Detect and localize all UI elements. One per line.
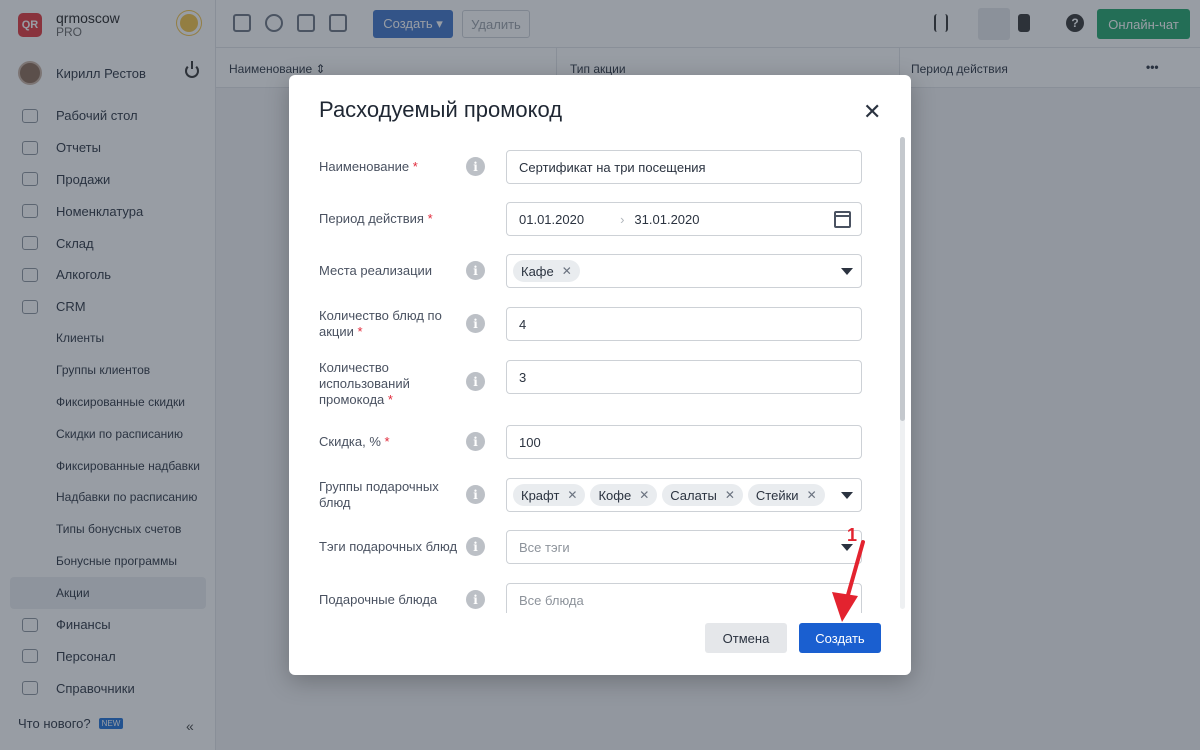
dropdown-arrow-icon[interactable]: [841, 268, 853, 275]
info-icon[interactable]: i: [466, 261, 485, 280]
label-text: Наименование: [319, 159, 410, 174]
field-label: Места реализации: [319, 263, 433, 278]
tag-chip: Крафт ✕: [513, 484, 586, 506]
date-to[interactable]: 31.01.2020: [634, 212, 699, 227]
info-icon[interactable]: i: [466, 537, 485, 556]
field-dish-count-row: Количество блюд по акции * i 4: [319, 307, 863, 341]
tag-label: Кафе: [521, 263, 554, 279]
required-mark: *: [427, 211, 433, 226]
info-icon[interactable]: i: [466, 314, 485, 333]
tag-label: Стейки: [755, 487, 799, 503]
name-input[interactable]: Сертификат на три посещения: [506, 150, 862, 184]
field-label: Наименование *: [319, 159, 449, 175]
required-mark: *: [387, 392, 393, 407]
close-icon[interactable]: ✕: [863, 101, 881, 123]
remove-tag-icon[interactable]: ✕: [567, 488, 577, 502]
field-label: Количество использований промокода *: [319, 360, 419, 408]
label-text: Период действия: [319, 211, 424, 226]
dish-count-input[interactable]: 4: [506, 307, 862, 341]
info-icon[interactable]: i: [466, 157, 485, 176]
dialog-scrollbar[interactable]: [900, 137, 905, 609]
field-gift-groups-row: Группы подарочных блюд i Крафт ✕ Кофе ✕ Са…: [319, 478, 863, 512]
remove-tag-icon[interactable]: ✕: [639, 488, 649, 502]
scroll-thumb[interactable]: [900, 137, 905, 421]
remove-tag-icon[interactable]: ✕: [725, 488, 735, 502]
date-from[interactable]: 01.01.2020: [519, 212, 584, 227]
tag-chip: Кофе ✕: [590, 484, 658, 506]
field-label: Скидка, % *: [319, 434, 449, 450]
places-select[interactable]: Кафе ✕: [506, 254, 862, 288]
gift-tags-select[interactable]: Все тэги: [506, 530, 862, 564]
field-name-row: Наименование * i Сертификат на три посещ…: [319, 150, 863, 184]
required-mark: *: [384, 434, 390, 449]
label-text: Скидка, %: [319, 434, 381, 449]
tag-chip: Салаты ✕: [662, 484, 743, 506]
placeholder-text: Все блюда: [519, 592, 584, 608]
tag-chip: Кафе ✕: [513, 260, 580, 282]
calendar-icon[interactable]: [834, 211, 851, 228]
info-icon[interactable]: i: [466, 372, 485, 391]
field-label: Подарочные блюда: [319, 592, 438, 607]
required-mark: *: [412, 159, 418, 174]
gift-groups-select[interactable]: Крафт ✕ Кофе ✕ Салаты ✕ Стейки ✕: [506, 478, 862, 512]
tag-chip: Стейки ✕: [747, 484, 825, 506]
remove-tag-icon[interactable]: ✕: [807, 488, 817, 502]
info-icon[interactable]: i: [466, 485, 485, 504]
dropdown-arrow-icon[interactable]: [841, 492, 853, 499]
tag-label: Кофе: [598, 487, 632, 503]
date-range-separator: ›: [620, 211, 625, 227]
field-period-row: Период действия * 01.01.2020 › 31.01.202…: [319, 202, 863, 236]
cancel-button[interactable]: Отмена: [705, 623, 787, 653]
tag-label: Крафт: [521, 487, 560, 503]
required-mark: *: [357, 324, 363, 339]
remove-tag-icon[interactable]: ✕: [562, 264, 572, 278]
period-date-range[interactable]: 01.01.2020 › 31.01.2020: [506, 202, 862, 236]
field-places-row: Места реализации i Кафе ✕: [319, 254, 863, 288]
field-discount-row: Скидка, % * i 100: [319, 425, 863, 459]
info-icon[interactable]: i: [466, 432, 485, 451]
field-label: Период действия *: [319, 211, 449, 227]
placeholder-text: Все тэги: [519, 539, 570, 555]
label-text: Количество блюд по акции: [319, 308, 442, 339]
annotation-arrow-icon: [832, 540, 865, 622]
field-usage-count-row: Количество использований промокода * i 3: [319, 360, 863, 408]
field-gift-tags-row: Тэги подарочных блюд i Все тэги: [319, 530, 863, 564]
field-label: Тэги подарочных блюд: [319, 539, 458, 554]
label-text: Количество использований промокода: [319, 360, 410, 407]
field-gift-dishes-row: Подарочные блюда i Все блюда: [319, 583, 863, 613]
info-icon[interactable]: i: [466, 590, 485, 609]
field-label: Группы подарочных блюд: [319, 479, 439, 510]
field-label: Количество блюд по акции *: [319, 308, 449, 340]
gift-dishes-select[interactable]: Все блюда: [506, 583, 862, 613]
tag-label: Салаты: [670, 487, 717, 503]
discount-input[interactable]: 100: [506, 425, 862, 459]
usage-count-input[interactable]: 3: [506, 360, 862, 394]
promo-code-dialog: Расходуемый промокод ✕ Наименование * i …: [289, 75, 911, 675]
dialog-title: Расходуемый промокод: [319, 97, 563, 122]
